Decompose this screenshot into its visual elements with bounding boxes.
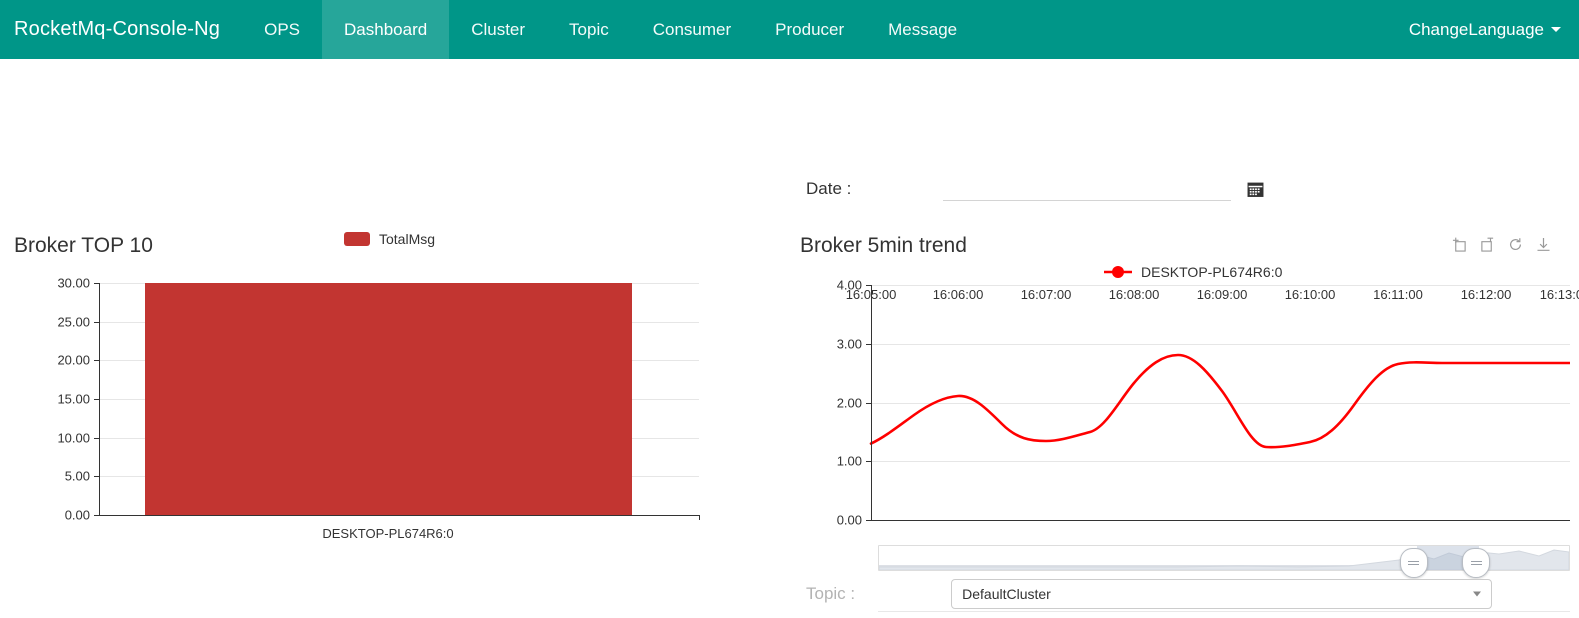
x-tick-label: 16:12:00 <box>1460 287 1512 302</box>
y-axis-line <box>99 283 100 515</box>
y-tick-label: 5.00 <box>64 468 90 484</box>
save-image-icon[interactable] <box>1536 237 1551 252</box>
nav-item-producer[interactable]: Producer <box>753 0 866 59</box>
x-tick-mark <box>699 515 700 520</box>
trend-line-path <box>869 353 1570 449</box>
x-tick-label: 16:11:00 <box>1373 287 1423 302</box>
x-tick-label: 16:06:00 <box>932 287 984 302</box>
x-axis-line <box>871 520 1570 521</box>
broker-top10-legend[interactable]: TotalMsg <box>344 231 435 247</box>
y-tick-label: 25.00 <box>57 314 90 330</box>
topic-label: Topic : <box>806 584 856 603</box>
legend-label: TotalMsg <box>379 231 436 247</box>
broker-top10-bar-chart[interactable]: 0.00 5.00 10.00 15.00 20.00 25.00 30.00 … <box>12 275 712 544</box>
datazoom-handle-right[interactable] <box>1462 548 1491 578</box>
broker-trend-title: Broker 5min trend <box>800 234 967 257</box>
x-tick-label: 16:10:00 <box>1284 287 1336 302</box>
broker-trend-toolbox <box>1452 237 1551 252</box>
date-label: Date : <box>806 179 852 198</box>
broker-top10-title: Broker TOP 10 <box>14 234 153 257</box>
y-tick-label: 0.00 <box>64 507 90 523</box>
x-tick-label: 16:07:00 <box>1020 287 1072 302</box>
nav-links: OPS Dashboard Cluster Topic Consumer Pro… <box>242 0 979 59</box>
x-category-label: DESKTOP-PL674R6:0 <box>322 526 454 541</box>
x-tick-label: 16:08:00 <box>1108 287 1160 302</box>
restore-icon[interactable] <box>1508 237 1523 252</box>
dashboard-page: Date : Broker TOP 10 TotalMsg 0.00 5.00 … <box>0 59 1579 618</box>
navbar-right: ChangeLanguage <box>1409 0 1579 59</box>
x-axis-line <box>99 515 699 516</box>
date-input[interactable] <box>943 177 1232 201</box>
chevron-down-icon <box>1551 27 1561 32</box>
calendar-icon[interactable] <box>1247 181 1264 198</box>
nav-item-consumer[interactable]: Consumer <box>631 0 753 59</box>
y-tick-label: 30.00 <box>57 275 90 291</box>
nav-item-ops[interactable]: OPS <box>242 0 322 59</box>
y-tick-label: 10.00 <box>57 430 90 446</box>
nav-item-message[interactable]: Message <box>866 0 979 59</box>
legend-label: DESKTOP-PL674R6:0 <box>1141 264 1283 280</box>
datazoom-slider[interactable] <box>878 545 1570 578</box>
nav-item-cluster[interactable]: Cluster <box>449 0 547 59</box>
nav-item-topic[interactable]: Topic <box>547 0 631 59</box>
legend-line-marker <box>1104 265 1132 279</box>
app-brand[interactable]: RocketMq-Console-Ng <box>0 0 242 59</box>
broker-trend-line-chart[interactable]: 0.00 1.00 2.00 3.00 4.00 16:05:00 16:06:… <box>810 278 1579 544</box>
nav-item-dashboard[interactable]: Dashboard <box>322 0 450 59</box>
topic-filter-row: Topic : DefaultCluster <box>806 579 1493 609</box>
section-divider <box>878 611 1570 612</box>
topic-select[interactable]: DefaultCluster <box>951 579 1493 609</box>
y-tick-label: 20.00 <box>57 352 90 368</box>
bar-segment[interactable] <box>145 283 632 515</box>
broker-trend-legend[interactable]: DESKTOP-PL674R6:0 <box>1104 264 1282 280</box>
change-language-label: ChangeLanguage <box>1408 19 1544 39</box>
x-tick-label: 16:09:00 <box>1196 287 1248 302</box>
date-filter-row: Date : <box>806 177 1264 201</box>
datazoom-handle-left[interactable] <box>1399 548 1428 578</box>
y-tick-label: 15.00 <box>57 391 90 407</box>
data-zoom-icon[interactable] <box>1452 237 1467 252</box>
legend-color-swatch <box>344 232 370 246</box>
x-tick-label: 16:05:00 <box>845 287 897 302</box>
topic-select-wrapper: DefaultCluster <box>951 579 1493 609</box>
data-zoom-reset-icon[interactable] <box>1480 237 1495 252</box>
x-tick-label: 16:13:00 <box>1539 287 1579 302</box>
change-language-dropdown[interactable]: ChangeLanguage <box>1409 20 1561 40</box>
y-axis-line <box>871 285 872 520</box>
top-navbar: RocketMq-Console-Ng OPS Dashboard Cluste… <box>0 0 1579 59</box>
